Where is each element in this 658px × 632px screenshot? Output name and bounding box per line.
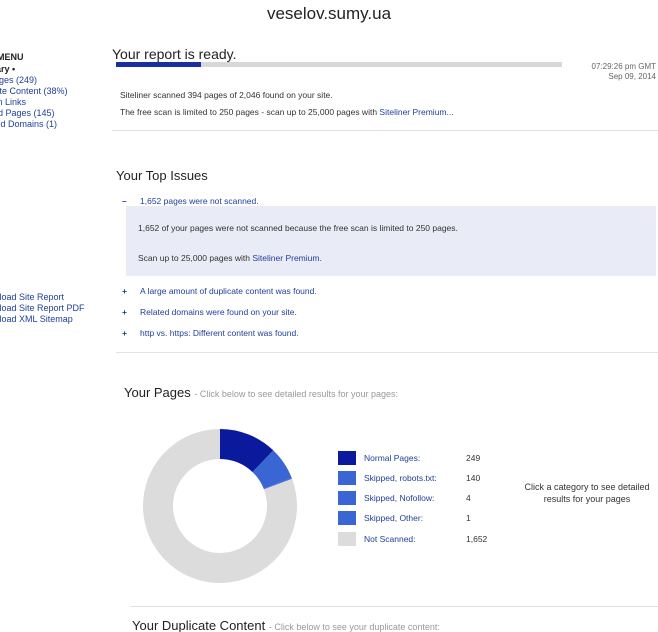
issue-label: http vs. https: Different content was fo… <box>140 328 299 338</box>
pages-donut-chart[interactable] <box>140 426 300 586</box>
legend-label: Not Scanned: <box>364 534 416 544</box>
scan-progress-fill <box>116 62 201 67</box>
legend-label: Skipped, Nofollow: <box>364 493 435 503</box>
legend-value: 140 <box>466 473 481 483</box>
sidebar-item-related-domains[interactable]: ated Domains (1) <box>0 119 98 130</box>
sidebar-menu-title: N MENU <box>0 52 24 62</box>
sidebar-menu: N MENU mary • Pages (249) icate Content … <box>0 52 98 324</box>
scan-limit-note: The free scan is limited to 250 pages - … <box>120 107 454 117</box>
divider <box>130 606 658 607</box>
siteliner-premium-panel-link[interactable]: Siteliner Premium. <box>252 253 321 263</box>
sidebar-item-summary[interactable]: mary • <box>0 64 98 75</box>
issue-detail-upgrade: Scan up to 25,000 pages with Siteliner P… <box>138 253 322 263</box>
issue-not-scanned[interactable]: – 1,652 pages were not scanned. <box>122 196 259 206</box>
duplicate-content-title: Your Duplicate Content <box>132 618 266 632</box>
your-pages-title: Your Pages <box>124 385 191 400</box>
click-category-note: Click a category to see detailed results… <box>524 482 650 504</box>
legend-swatch <box>338 532 356 546</box>
sidebar-item-broken-links[interactable]: ken Links <box>0 97 98 108</box>
donut-slices[interactable] <box>143 429 297 583</box>
scan-limit-text: The free scan is limited to 250 pages - … <box>120 107 378 117</box>
report-timestamp: 07:29:26 pm GMT Sep 09, 2014 <box>560 62 656 82</box>
duplicate-content-subtitle: - Click below to see your duplicate cont… <box>268 622 440 632</box>
report-title: Your report is ready. <box>112 46 237 62</box>
download-xml-sitemap-link[interactable]: wnload XML Sitemap <box>0 314 85 325</box>
scan-progress-bar <box>116 62 562 67</box>
scan-summary: Siteliner scanned 394 pages of 2,046 fou… <box>120 90 333 100</box>
legend-value: 4 <box>466 493 471 503</box>
legend-label: Skipped, robots.txt: <box>364 473 437 483</box>
sidebar-downloads: wnload Site Report wnload Site Report PD… <box>0 292 85 325</box>
divider <box>116 352 658 353</box>
siteliner-premium-link[interactable]: Siteliner Premium... <box>379 107 453 117</box>
issue-duplicate-content[interactable]: + A large amount of duplicate content was… <box>122 286 317 296</box>
sidebar-item-skipped-pages[interactable]: ped Pages (145) <box>0 108 98 119</box>
top-issues-title: Your Top Issues <box>116 168 208 183</box>
sidebar-item-duplicate-content[interactable]: icate Content (38%) <box>0 86 98 97</box>
download-site-report-pdf-link[interactable]: wnload Site Report PDF <box>0 303 85 314</box>
your-pages-heading: Your Pages - Click below to see detailed… <box>124 385 398 400</box>
legend-label: Normal Pages: <box>364 453 421 463</box>
expand-icon: + <box>122 286 127 296</box>
report-time: 07:29:26 pm GMT <box>591 62 656 71</box>
sidebar-item-your-pages[interactable]: Pages (249) <box>0 75 98 86</box>
issue-label: Related domains were found on your site. <box>140 307 297 317</box>
legend-value: 1,652 <box>466 534 488 544</box>
issue-http-https[interactable]: + http vs. https: Different content was f… <box>122 328 299 338</box>
legend-value: 1 <box>466 513 471 523</box>
legend-swatch <box>338 511 356 525</box>
legend-label: Skipped, Other: <box>364 513 424 523</box>
issue-detail-panel: 1,652 of your pages were not scanned bec… <box>126 206 656 276</box>
expand-icon: + <box>122 328 127 338</box>
legend-swatch <box>338 471 356 485</box>
download-site-report-link[interactable]: wnload Site Report <box>0 292 85 303</box>
your-pages-subtitle: - Click below to see detailed results fo… <box>194 389 398 399</box>
legend-swatch <box>338 491 356 505</box>
expand-icon: + <box>122 307 127 317</box>
site-title: veselov.sumy.ua <box>266 4 392 23</box>
report-date: Sep 09, 2014 <box>608 72 656 81</box>
legend-value: 249 <box>466 453 481 463</box>
duplicate-content-heading: Your Duplicate Content - Click below to … <box>132 618 440 632</box>
issue-label: A large amount of duplicate content was … <box>140 286 317 296</box>
legend-swatch <box>338 451 356 465</box>
issue-label: 1,652 pages were not scanned. <box>140 196 259 206</box>
issue-detail-text: 1,652 of your pages were not scanned bec… <box>138 223 458 233</box>
upgrade-text: Scan up to 25,000 pages with <box>138 253 250 263</box>
divider <box>112 130 658 131</box>
issue-related-domains[interactable]: + Related domains were found on your site… <box>122 307 297 317</box>
collapse-icon: – <box>122 196 127 206</box>
